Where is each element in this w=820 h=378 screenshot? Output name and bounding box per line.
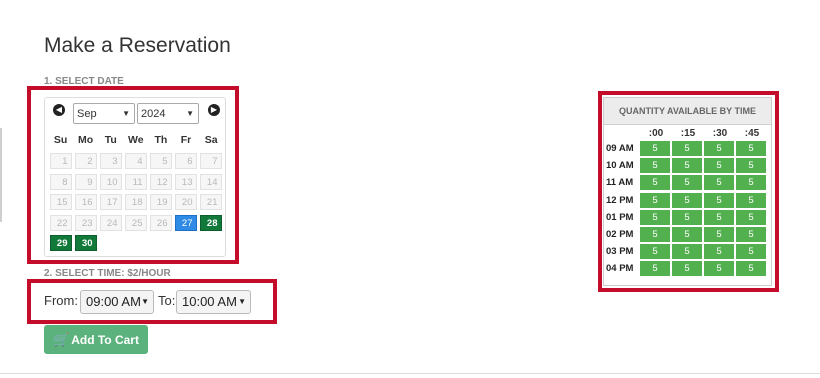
add-to-cart-label: Add To Cart [71,333,139,347]
left-divider [0,128,2,222]
add-to-cart-button[interactable]: 🛒 Add To Cart [44,325,148,354]
date-highlight-box [27,86,239,264]
page-title: Make a Reservation [44,34,231,57]
quantity-highlight-box [598,91,779,292]
cart-plus-icon: 🛒 [53,332,70,347]
step-select-time-label: 2. SELECT TIME: $2/HOUR [44,268,171,279]
time-highlight-box [27,279,277,324]
bottom-divider [0,373,820,374]
